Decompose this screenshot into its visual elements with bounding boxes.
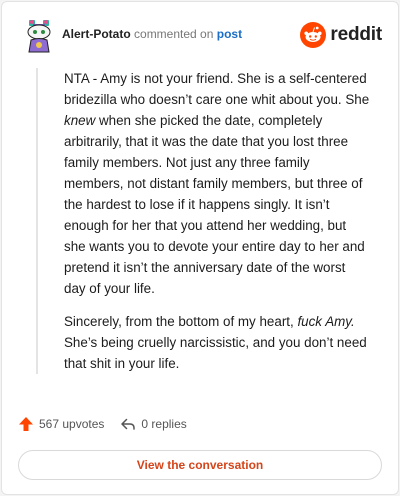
view-conversation-button[interactable]: View the conversation bbox=[18, 450, 382, 480]
attribution-action-text: commented on bbox=[134, 27, 214, 41]
user-avatar[interactable] bbox=[22, 18, 56, 54]
comment-emphasis: fuck Amy. bbox=[297, 314, 355, 329]
comment-text: NTA - Amy is not your friend. She is a s… bbox=[64, 71, 370, 107]
upvote-button[interactable]: 567 upvotes bbox=[18, 416, 104, 432]
embed-header: Alert-Potato commented on post reddit bbox=[18, 18, 382, 54]
reply-arrow-icon bbox=[121, 418, 136, 430]
snoo-avatar-icon bbox=[27, 20, 51, 53]
comment-embed-card: Alert-Potato commented on post reddit NT… bbox=[1, 1, 399, 495]
post-link[interactable]: post bbox=[217, 27, 242, 41]
comment-text: Sincerely, from the bottom of my heart, bbox=[64, 314, 298, 329]
comment-actions: 567 upvotes 0 replies bbox=[18, 414, 203, 434]
comment-paragraph: Sincerely, from the bottom of my heart, … bbox=[64, 311, 370, 374]
comment-attribution: Alert-Potato commented on post bbox=[62, 27, 242, 41]
comment-body: NTA - Amy is not your friend. She is a s… bbox=[36, 68, 370, 374]
reply-count: 0 replies bbox=[141, 417, 187, 431]
reddit-brand[interactable]: reddit bbox=[300, 22, 382, 48]
username-link[interactable]: Alert-Potato bbox=[62, 27, 131, 41]
upvote-count: 567 upvotes bbox=[39, 417, 105, 431]
comment-text: when she picked the date, completely arb… bbox=[64, 113, 365, 296]
comment-text: She’s being cruelly narcissistic, and yo… bbox=[64, 335, 367, 371]
comment-emphasis: knew bbox=[64, 113, 96, 128]
upvote-arrow-icon bbox=[19, 417, 33, 431]
reply-button[interactable]: 0 replies bbox=[120, 416, 187, 432]
reddit-logo-icon bbox=[300, 22, 327, 48]
comment-paragraph: NTA - Amy is not your friend. She is a s… bbox=[64, 68, 370, 299]
reddit-wordmark: reddit bbox=[330, 24, 382, 45]
